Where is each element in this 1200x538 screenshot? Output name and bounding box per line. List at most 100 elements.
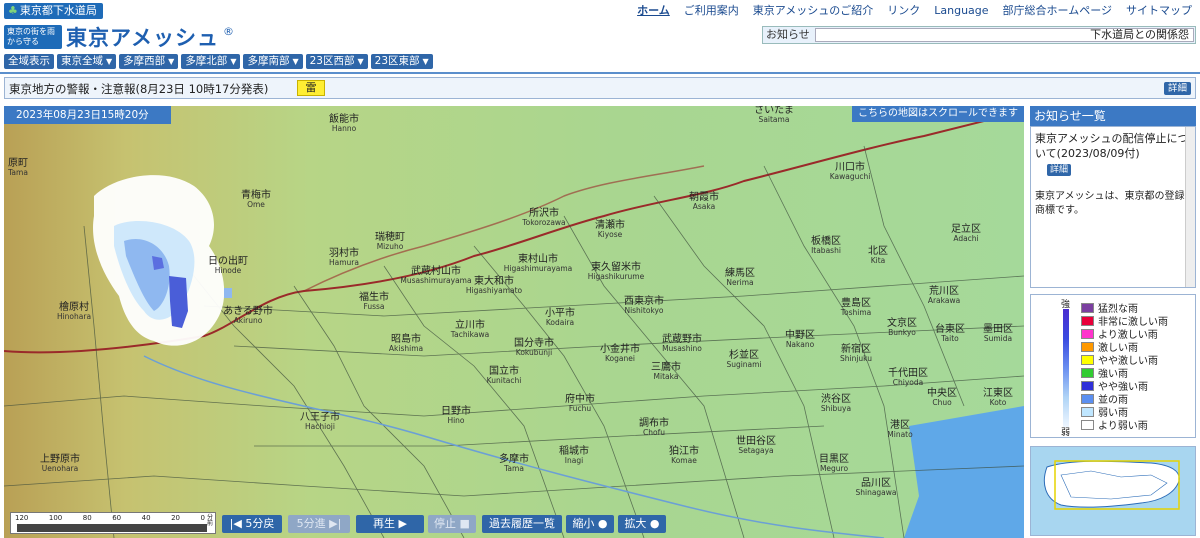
area-label: 東京全域 bbox=[61, 55, 103, 67]
header-divider bbox=[0, 72, 1200, 74]
tick-label: 20 bbox=[171, 514, 181, 522]
place-en: Nishitokyo bbox=[624, 306, 664, 315]
menu-language[interactable]: Language bbox=[934, 3, 988, 19]
warning-detail-button[interactable]: 詳細 bbox=[1163, 82, 1191, 95]
site-logo[interactable]: 東京の街を雨から守る 東京アメッシュ ® bbox=[4, 23, 234, 51]
place-label: 所沢市 Tokorozawa bbox=[522, 208, 565, 227]
place-en: Hinode bbox=[214, 266, 242, 275]
tick-label: 0 bbox=[200, 514, 205, 522]
play-button[interactable]: 再生 ▶ bbox=[356, 515, 424, 533]
time-scale-bar[interactable]: 120 100 80 60 40 20 0 分前 bbox=[10, 512, 216, 534]
step-back-button[interactable]: |◀ 5分戻 bbox=[222, 515, 282, 533]
stop-button[interactable]: 停止 ■ bbox=[428, 515, 476, 533]
place-label: 千代田区 Chiyoda bbox=[888, 368, 928, 387]
place-label: 小金井市 Koganei bbox=[600, 344, 640, 363]
dropdown-arrow-icon: ▼ bbox=[357, 57, 364, 66]
map-timestamp: 2023年08月23日15時20分 bbox=[4, 106, 171, 124]
place-label: 江東区 Koto bbox=[983, 388, 1013, 407]
legend-row: より弱い雨 bbox=[1081, 418, 1148, 432]
area-label: 23区東部 bbox=[374, 55, 420, 67]
zoom-out-button[interactable]: 縮小 ● bbox=[566, 515, 614, 533]
thunder-warning-badge[interactable]: 雷 bbox=[297, 80, 325, 96]
place-label: 瑞穂町 Mizuho bbox=[375, 232, 405, 251]
area-label: 多摩西部 bbox=[123, 55, 166, 67]
place-label: 調布市 Chofu bbox=[639, 418, 669, 437]
time-scale-track[interactable] bbox=[17, 524, 207, 532]
place-en: Higashiyamato bbox=[465, 286, 523, 295]
place-label: 東久留米市 Higashikurume bbox=[588, 262, 644, 281]
place-en: Chofu bbox=[643, 428, 665, 437]
history-list-button[interactable]: 過去履歴一覧 bbox=[482, 515, 562, 533]
step-forward-button[interactable]: 5分進 ▶| bbox=[288, 515, 350, 533]
area-button-all-view[interactable]: 全域表示 bbox=[4, 54, 54, 69]
place-label: 日野市 Hino bbox=[441, 406, 471, 425]
place-en: Uenohara bbox=[41, 464, 79, 473]
place-label: 檜原村 Hinohara bbox=[57, 302, 91, 321]
logo-title: 東京アメッシュ bbox=[66, 26, 219, 50]
org-badge[interactable]: ♣ 東京都下水道局 bbox=[4, 3, 103, 19]
place-label: 朝霞市 Asaka bbox=[689, 192, 719, 211]
top-nav: ♣ 東京都下水道局 ホーム ご利用案内 東京アメッシュのご紹介 リンク Langu… bbox=[0, 0, 1200, 22]
place-label: 原町 Tama bbox=[8, 158, 28, 177]
tick-label: 120 bbox=[15, 514, 29, 522]
place-label: 三鷹市 Mitaka bbox=[651, 362, 681, 381]
zoom-in-button[interactable]: 拡大 ● bbox=[618, 515, 666, 533]
menu-home[interactable]: ホーム bbox=[637, 3, 670, 19]
tick-label: 80 bbox=[82, 514, 92, 522]
news-scrollbar[interactable] bbox=[1185, 127, 1195, 287]
area-button-tama-west[interactable]: 多摩西部 ▼ bbox=[119, 54, 179, 69]
place-label: 杉並区 Suginami bbox=[726, 350, 761, 369]
time-scale-ticks: 120 100 80 60 40 20 0 bbox=[15, 514, 205, 522]
place-label: 武蔵村山市 Musashimurayama bbox=[400, 266, 471, 285]
menu-links[interactable]: リンク bbox=[887, 3, 920, 19]
scroll-hint: こちらの地図はスクロールできます bbox=[852, 106, 1024, 122]
area-button-23ku-west[interactable]: 23区西部 ▼ bbox=[305, 54, 368, 69]
place-en: Hanno bbox=[331, 124, 357, 133]
place-en: Shinagawa bbox=[855, 488, 897, 497]
place-label: 福生市 Fussa bbox=[359, 292, 389, 311]
place-en: Tama bbox=[8, 168, 28, 177]
area-button-23ku-east[interactable]: 23区東部 ▼ bbox=[370, 54, 433, 69]
rain-map[interactable]: 2023年08月23日15時20分 こちらの地図はスクロールできます 飯能市 Ha… bbox=[4, 106, 1024, 538]
legend-swatch bbox=[1081, 315, 1094, 326]
place-label: 荒川区 Arakawa bbox=[928, 286, 960, 305]
place-label: 羽村市 Hamura bbox=[329, 248, 359, 267]
news-panel-title: お知らせ一覧 bbox=[1030, 106, 1196, 126]
main-menu: ホーム ご利用案内 東京アメッシュのご紹介 リンク Language 部庁総合ホ… bbox=[637, 3, 1192, 19]
place-en: Koto bbox=[989, 398, 1007, 407]
menu-bureau-home[interactable]: 部庁総合ホームページ bbox=[1003, 3, 1112, 19]
place-en: Asaka bbox=[692, 202, 716, 211]
place-label: さいたま Saitama bbox=[754, 106, 794, 124]
area-button-tokyo-all[interactable]: 東京全域 ▼ bbox=[57, 54, 117, 69]
news-detail-button[interactable]: 詳細 bbox=[1047, 164, 1072, 176]
place-en: Musashimurayama bbox=[400, 276, 472, 285]
trademark-note: 東京アメッシュは、東京都の登録商標です。 bbox=[1035, 191, 1185, 216]
place-en: Komae bbox=[671, 456, 697, 465]
place-label: あきる野市 Akiruno bbox=[223, 306, 273, 325]
place-label: 小平市 Kodaira bbox=[545, 308, 575, 327]
legend-swatch bbox=[1081, 302, 1094, 313]
legend-swatch bbox=[1081, 354, 1094, 365]
place-en: Musashino bbox=[662, 344, 702, 353]
news-item[interactable]: 東京アメッシュの配信停止について(2023/08/09付) bbox=[1035, 131, 1191, 161]
place-label: 川口市 Kawaguchi bbox=[830, 162, 871, 181]
overview-minimap[interactable] bbox=[1030, 446, 1196, 536]
place-label: 足立区 Adachi bbox=[951, 224, 981, 243]
place-en: Arakawa bbox=[927, 296, 961, 305]
place-en: Chuo bbox=[932, 398, 952, 407]
place-en: Setagaya bbox=[738, 446, 774, 455]
area-button-tama-north[interactable]: 多摩北部 ▼ bbox=[181, 54, 241, 69]
minimap-graphic bbox=[1031, 447, 1195, 535]
area-button-tama-south[interactable]: 多摩南部 ▼ bbox=[243, 54, 303, 69]
place-en: Mitaka bbox=[653, 372, 679, 381]
place-label: 稲城市 Inagi bbox=[559, 446, 589, 465]
place-label: 新宿区 Shinjuku bbox=[840, 344, 872, 363]
area-label: 多摩北部 bbox=[185, 55, 228, 67]
place-en: Sumida bbox=[983, 334, 1013, 343]
place-label: 東大和市 Higashiyamato bbox=[466, 276, 522, 295]
notice-ticker[interactable]: 下水道局との関係怨 bbox=[815, 28, 1194, 42]
menu-sitemap[interactable]: サイトマップ bbox=[1126, 3, 1192, 19]
menu-guide[interactable]: ご利用案内 bbox=[684, 3, 739, 19]
legend-swatch bbox=[1081, 367, 1094, 378]
menu-about[interactable]: 東京アメッシュのご紹介 bbox=[753, 3, 873, 19]
